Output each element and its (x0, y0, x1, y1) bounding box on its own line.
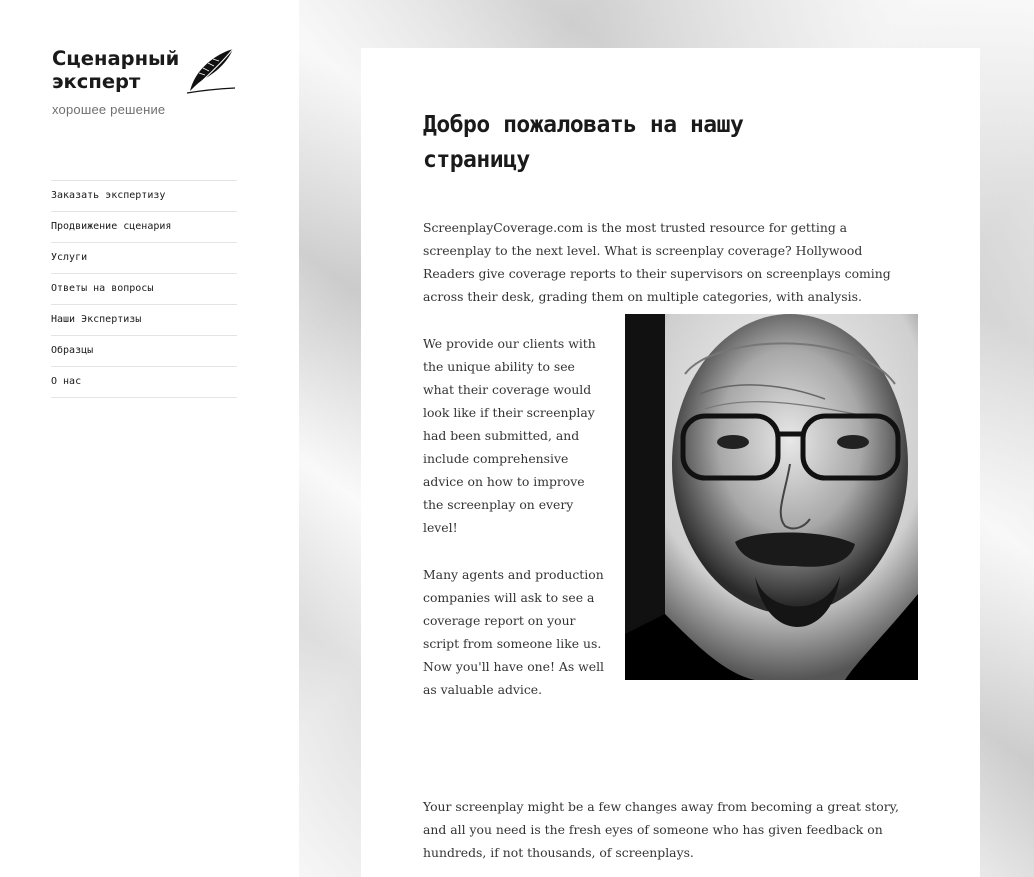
nav-item-about[interactable]: О нас (51, 366, 237, 398)
main-navigation: Заказать экспертизу Продвижение сценария… (51, 180, 237, 398)
site-title: Сценарный эксперт (52, 47, 180, 93)
portrait-image (625, 314, 918, 680)
nav-item-script-promotion[interactable]: Продвижение сценария (51, 211, 237, 242)
site-tagline: хорошее решение (52, 102, 166, 117)
page-title: Добро пожаловать на нашу страницу (423, 112, 744, 173)
agents-paragraph: Many agents and production companies wil… (423, 567, 604, 697)
sidebar: Сценарный эксперт хорошее решение Заказа… (0, 0, 299, 877)
nav-item-our-reviews[interactable]: Наши Экспертизы (51, 304, 237, 335)
nav-item-order-review[interactable]: Заказать экспертизу (51, 180, 237, 211)
nav-item-faq[interactable]: Ответы на вопросы (51, 273, 237, 304)
nav-item-samples[interactable]: Образцы (51, 335, 237, 366)
article-card: Добро пожаловать на нашу страницу Screen… (361, 48, 980, 877)
services-paragraph: We provide our clients with the unique a… (423, 336, 596, 535)
intro-paragraph: ScreenplayCoverage.com is the most trust… (423, 220, 891, 304)
closing-paragraph: Your screenplay might be a few changes a… (423, 799, 899, 860)
site-title-link[interactable]: Сценарный эксперт (52, 47, 182, 93)
feather-quill-icon (186, 48, 236, 94)
site-branding: Сценарный эксперт хорошее решение (52, 47, 242, 117)
nav-item-services[interactable]: Услуги (51, 242, 237, 273)
portrait-drawing (625, 314, 918, 680)
